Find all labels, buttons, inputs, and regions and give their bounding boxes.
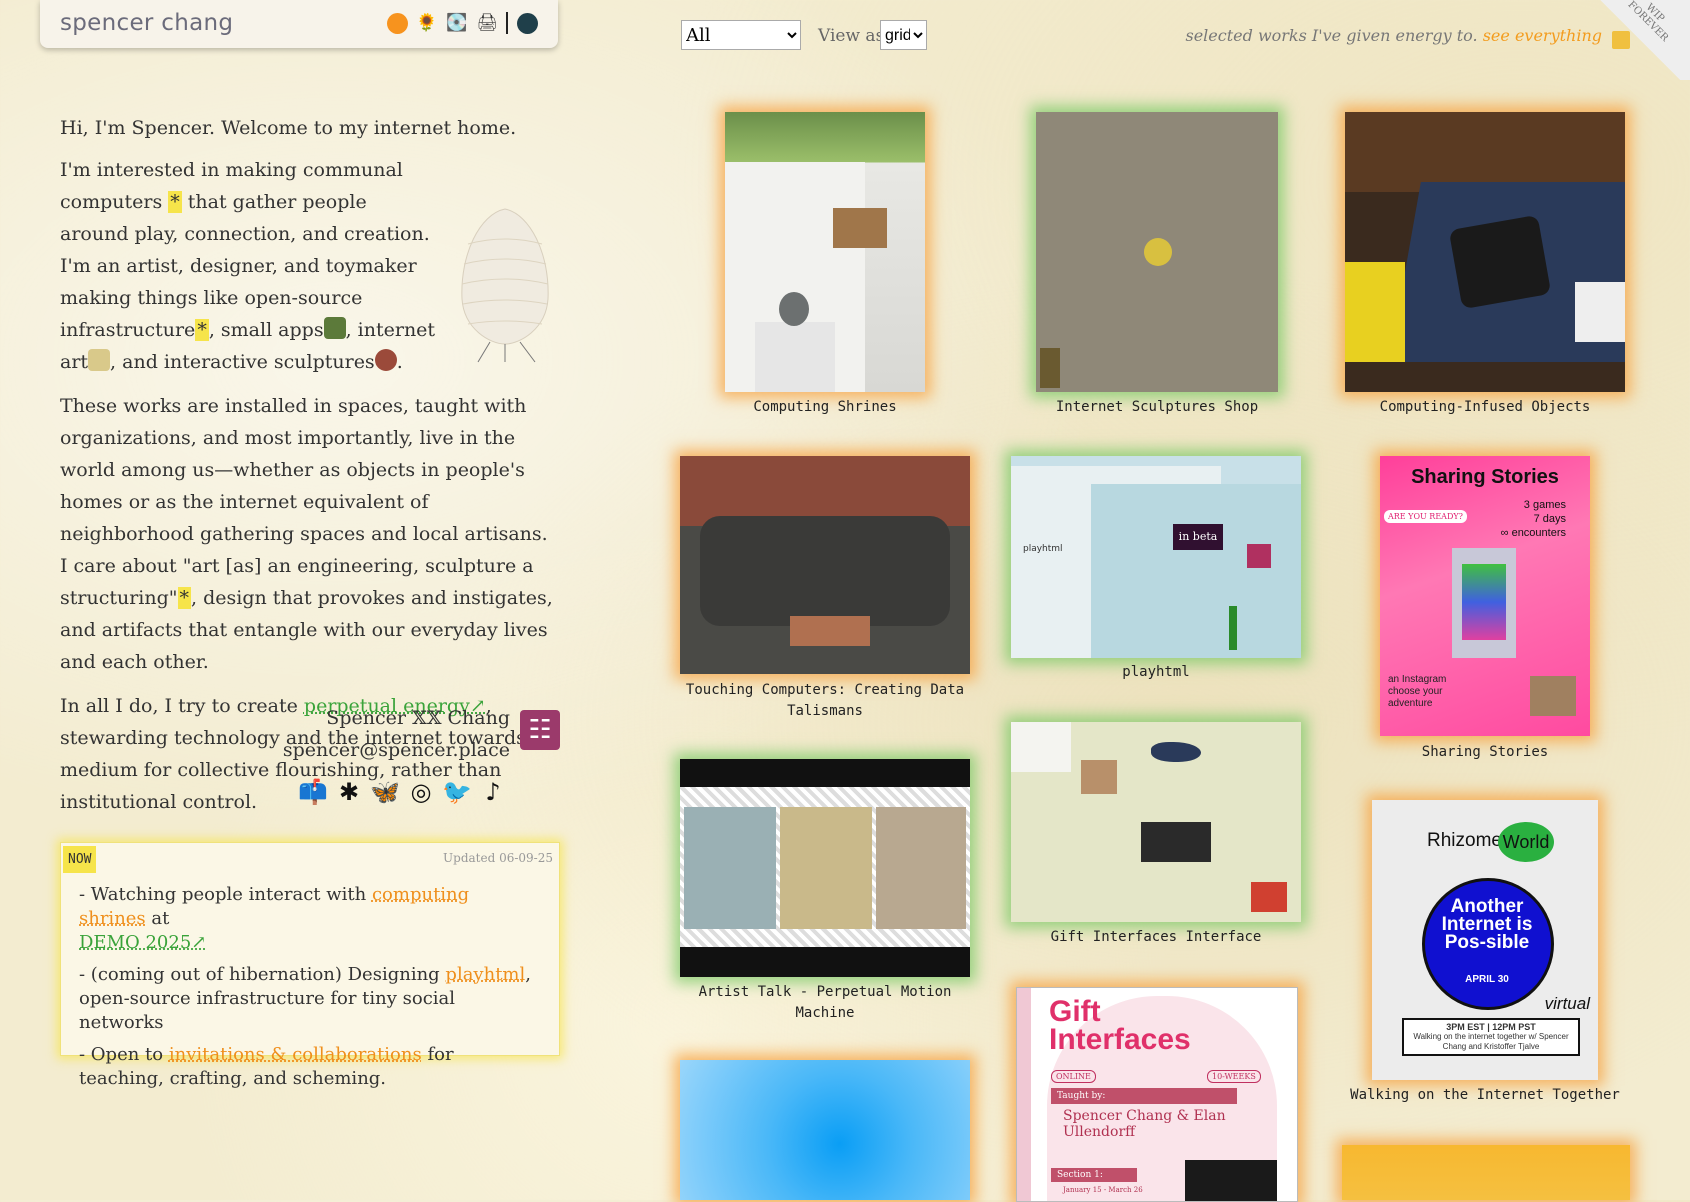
- printer-icon[interactable]: 🖨: [476, 12, 498, 34]
- playhtml-thumb-label: playhtml: [1023, 544, 1063, 554]
- email-link[interactable]: spencer@spencer.place: [283, 739, 510, 761]
- signature-badge-icon: ☷: [520, 710, 560, 750]
- tiktok-icon[interactable]: ♪: [480, 777, 506, 807]
- now-text: at: [145, 908, 170, 929]
- footnote-star[interactable]: *: [195, 319, 209, 341]
- sparkle-icon[interactable]: ✱: [336, 777, 362, 807]
- intro-text-segment: These works are installed in spaces, tau…: [60, 395, 548, 609]
- header-card: spencer chang 🌻 💽 🖨: [40, 0, 558, 48]
- work-thumbnail[interactable]: playhtml in beta: [1011, 456, 1301, 658]
- another-internet-label: Another Internet is Pos-sible: [1441, 896, 1533, 953]
- playhtml-link[interactable]: playhtml: [445, 964, 525, 985]
- dark-circle-icon[interactable]: [516, 12, 538, 34]
- cd-icon[interactable]: 💽: [446, 12, 468, 34]
- gift-weeks-label: 10-WEEKS: [1207, 1070, 1261, 1083]
- april-label: APRIL 30: [1465, 974, 1509, 985]
- work-title[interactable]: Computing Shrines: [725, 397, 925, 418]
- world-label: World: [1498, 822, 1554, 862]
- gift-online-label: ONLINE: [1051, 1070, 1096, 1083]
- intro-paragraph-3: These works are installed in spaces, tau…: [60, 390, 560, 678]
- work-title[interactable]: Gift Interfaces Interface: [1011, 927, 1301, 948]
- work-thumbnail[interactable]: [680, 456, 970, 674]
- sharing-stories-thumb-title: Sharing Stories: [1411, 466, 1559, 488]
- see-everything-link[interactable]: see everything: [1483, 26, 1602, 45]
- sculpture-icon[interactable]: [374, 349, 397, 371]
- work-thumbnail[interactable]: Sharing Stories 3 games 7 days ∞ encount…: [1380, 456, 1590, 736]
- sharing-stories-subtitle: an Instagram choose your adventure: [1388, 674, 1447, 709]
- view-as-label: View as: [818, 26, 885, 46]
- now-item: - (coming out of hibernation) Designing …: [79, 963, 539, 1035]
- in-beta-label: in beta: [1173, 524, 1223, 550]
- gift-section-label: Section 1:: [1051, 1168, 1137, 1182]
- intro-text-segment: , and interactive sculptures: [110, 351, 375, 373]
- sunflower-icon[interactable]: 🌻: [416, 12, 438, 34]
- corner-ribbon: WIP FOREVER: [1590, 0, 1690, 80]
- tagline-text: selected works I've given energy to.: [1185, 26, 1478, 45]
- work-thumbnail[interactable]: [1011, 722, 1301, 922]
- demo-2025-link[interactable]: DEMO 2025↗: [79, 932, 206, 953]
- now-tag: NOW: [63, 846, 97, 873]
- gift-dates: January 15 - March 26: [1063, 1186, 1143, 1194]
- mailbox-icon[interactable]: 📫: [298, 777, 328, 807]
- gift-names: Spencer Chang & Elan Ullendorff: [1063, 1108, 1226, 1140]
- work-thumbnail[interactable]: Rhizome World Another Internet is Pos-si…: [1372, 800, 1598, 1080]
- social-links: 📫 ✱ 🦋 ◎ 🐦 ♪: [298, 777, 506, 807]
- twitter-icon[interactable]: 🐦: [442, 777, 472, 807]
- work-title[interactable]: Computing-Infused Objects: [1345, 397, 1625, 418]
- work-title[interactable]: playhtml: [1011, 662, 1301, 683]
- header-icons: 🌻 💽 🖨: [386, 12, 538, 34]
- work-title[interactable]: Touching Computers: Creating Data Talism…: [680, 680, 970, 722]
- footnote-star[interactable]: *: [168, 191, 182, 213]
- now-text: - (coming out of hibernation) Designing: [79, 964, 446, 985]
- now-list: - Watching people interact with computin…: [79, 883, 539, 1099]
- intro-text-segment: , small apps: [208, 319, 324, 341]
- rhizome-label: Rhizome: [1427, 830, 1502, 851]
- site-title[interactable]: spencer chang: [60, 10, 233, 36]
- gift-taught-label: Taught by:: [1051, 1088, 1237, 1104]
- now-box: NOW Updated 06-09-25 - Watching people i…: [60, 842, 560, 1089]
- work-thumbnail[interactable]: [680, 1060, 970, 1200]
- work-thumbnail[interactable]: Gift Interfaces ONLINE 10-WEEKS Taught b…: [1016, 987, 1298, 1202]
- footnote-star[interactable]: *: [177, 587, 192, 609]
- work-title[interactable]: Walking on the Internet Together: [1350, 1085, 1620, 1106]
- paper-lamp-image: [461, 208, 549, 363]
- work-thumbnail[interactable]: [1342, 1145, 1630, 1200]
- gift-thumb-title: Gift Interfaces: [1049, 995, 1191, 1056]
- sharing-stories-stats: 3 games 7 days ∞ encounters: [1500, 499, 1566, 539]
- work-thumbnail[interactable]: [680, 759, 970, 977]
- now-text: - Open to: [79, 1044, 169, 1065]
- rhizome-time: 3PM EST | 12PM PST: [1446, 1022, 1536, 1032]
- view-mode-select[interactable]: grid: [880, 20, 927, 50]
- intro-paragraph-2: I'm interested in making communal comput…: [60, 154, 440, 378]
- now-updated-date: Updated 06-09-25: [443, 851, 553, 865]
- now-text: - Watching people interact with: [79, 884, 372, 905]
- invitations-link[interactable]: invitations & collaborations: [169, 1044, 422, 1065]
- butterfly-icon[interactable]: 🦋: [370, 777, 400, 807]
- now-item: - Open to invitations & collaborations f…: [79, 1043, 539, 1091]
- instagram-icon[interactable]: ◎: [408, 777, 434, 807]
- work-title[interactable]: Sharing Stories: [1380, 742, 1590, 763]
- intro-greeting: Hi, I'm Spencer. Welcome to my internet …: [60, 117, 517, 139]
- corner-text: WIP FOREVER: [1625, 0, 1671, 44]
- work-thumbnail[interactable]: [725, 112, 925, 392]
- rhizome-desc: Walking on the internet together w/ Spen…: [1413, 1032, 1569, 1051]
- work-title[interactable]: Artist Talk - Perpetual Motion Machine: [680, 982, 970, 1024]
- internet-art-icon[interactable]: [88, 349, 111, 371]
- signature-name: Spencer 𝕏𝕏 Chang: [326, 707, 510, 729]
- virtual-label: virtual: [1544, 994, 1590, 1013]
- divider: [506, 12, 508, 34]
- orange-circle-icon[interactable]: [386, 12, 408, 34]
- work-title[interactable]: Internet Sculptures Shop: [1036, 397, 1278, 418]
- work-thumbnail[interactable]: [1036, 112, 1278, 392]
- work-thumbnail[interactable]: [1345, 112, 1625, 392]
- intro-text-segment: .: [396, 351, 403, 373]
- small-app-icon[interactable]: [323, 317, 346, 339]
- category-filter-select[interactable]: All: [681, 20, 801, 50]
- intro-text-segment: In all I do, I try to create: [60, 695, 304, 717]
- tagline: selected works I've given energy to. see…: [1185, 26, 1602, 45]
- sharing-stories-badge: ARE YOU READY?: [1384, 510, 1467, 523]
- now-item: - Watching people interact with computin…: [79, 883, 539, 955]
